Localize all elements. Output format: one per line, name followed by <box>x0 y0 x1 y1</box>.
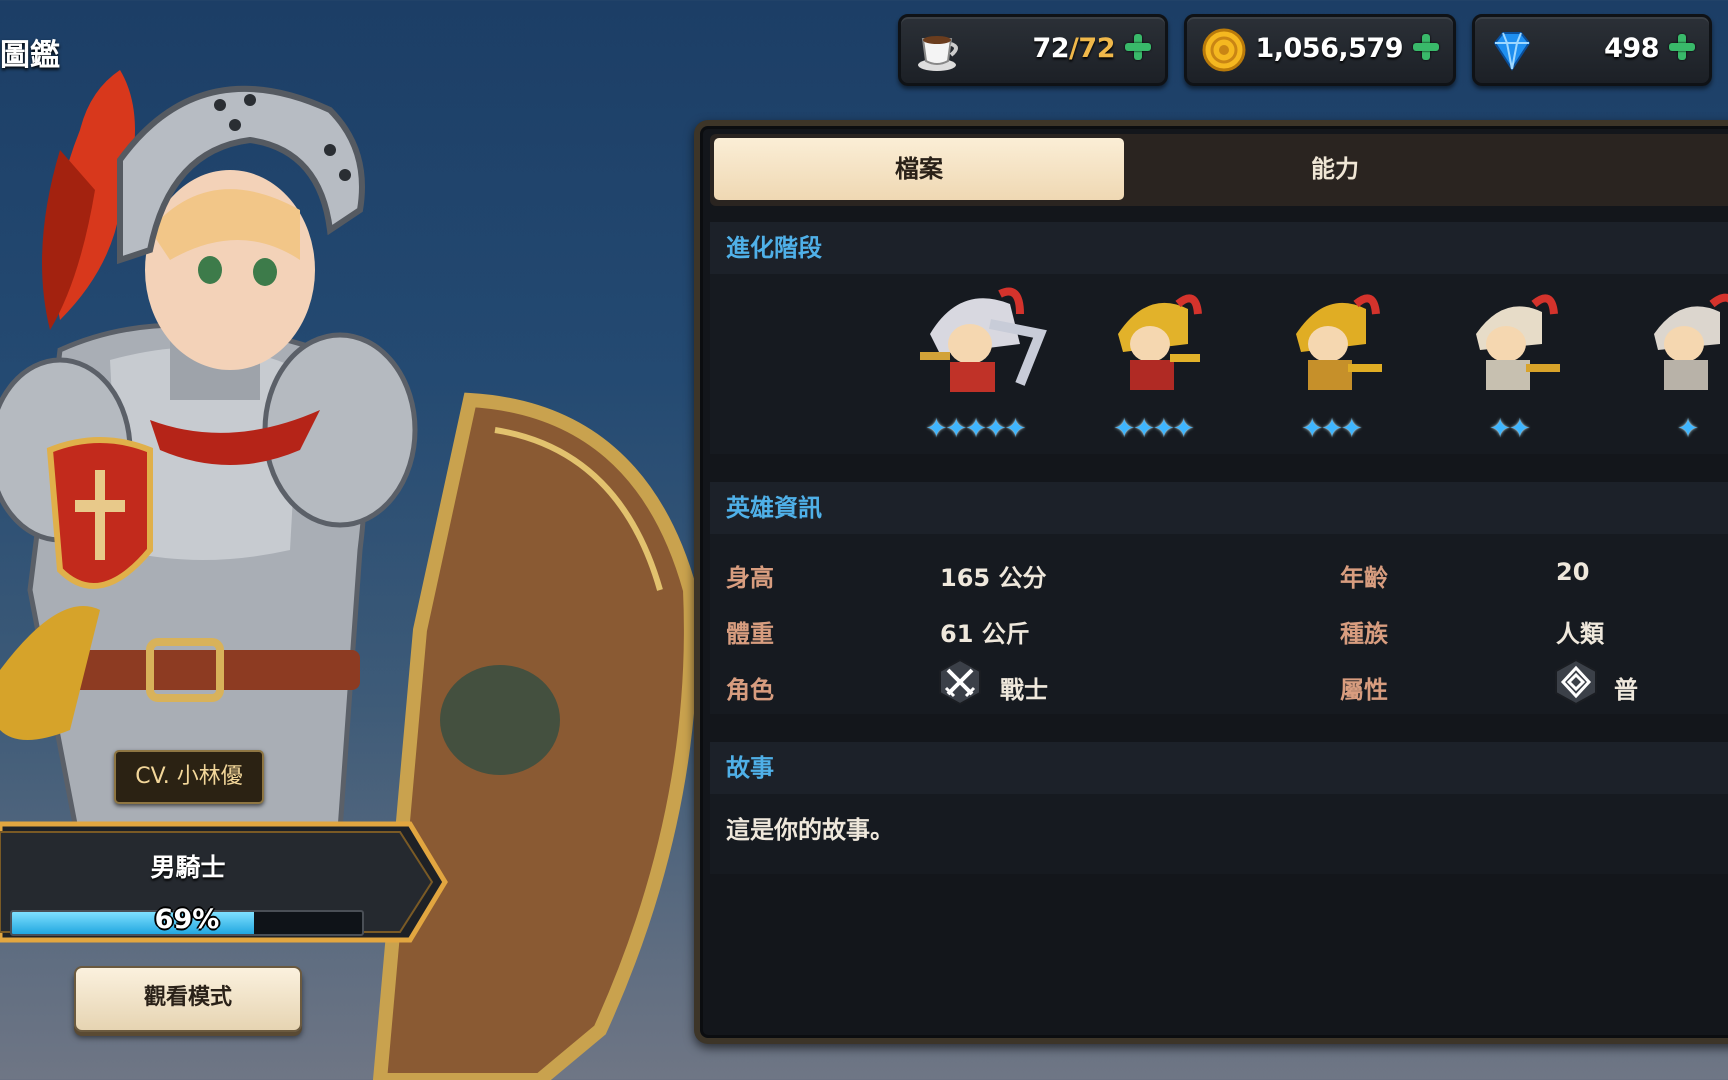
stage-stars: ✦✦✦✦✦ <box>925 414 1027 444</box>
gem-counter: 498 <box>1472 14 1712 86</box>
weight-label: 體重 <box>726 620 774 648</box>
weight-value: 61 公斤 <box>940 620 1030 648</box>
race-label: 種族 <box>1340 620 1388 648</box>
story-section-title: 故事 <box>710 742 1728 794</box>
hero-sprite-icon <box>1476 294 1560 390</box>
race-value: 人類 <box>1556 620 1604 648</box>
stage-stars: ✦✦✦✦ <box>1113 414 1194 444</box>
coffee-cup-icon <box>918 36 958 71</box>
age-value: 20 <box>1556 558 1590 586</box>
hero-sprite-icon <box>920 287 1047 392</box>
stage-stars: ✦✦ <box>1489 414 1531 444</box>
height-value: 165 公分 <box>940 564 1047 592</box>
role-value: 戰士 <box>1000 676 1048 704</box>
attribute-label: 屬性 <box>1340 676 1388 704</box>
stamina-current: 72 <box>1032 33 1070 64</box>
neutral-element-icon <box>1555 658 1597 706</box>
role-label: 角色 <box>726 676 774 704</box>
hero-name: 男騎士 <box>150 853 226 882</box>
hero-info-panel: 檔案 能力 進化階段 ✦✦✦✦✦ ✦✦✦✦ ✦✦✦ ✦✦ ✦ 英雄資訊 身高 1… <box>694 120 1728 1044</box>
age-label: 年齡 <box>1340 564 1388 592</box>
blue-gem-icon <box>1493 32 1531 71</box>
evolution-stage-5[interactable]: ✦✦✦✦✦ <box>900 274 1050 454</box>
stamina-max: 72 <box>1078 33 1115 64</box>
evolution-stage-4[interactable]: ✦✦✦✦ <box>1078 274 1228 454</box>
hero-sprite-icon <box>1296 294 1382 390</box>
gold-counter: 1,056,579 <box>1184 14 1456 86</box>
hero-sprite-icon <box>1118 294 1202 390</box>
evolution-stage-3[interactable]: ✦✦✦ <box>1256 274 1406 454</box>
add-gold-button[interactable] <box>1411 32 1441 62</box>
evolution-stage-1[interactable]: ✦ <box>1612 274 1728 454</box>
tab-abilities[interactable]: 能力 <box>1130 138 1540 200</box>
hero-info-body: 身高 165 公分 體重 61 公斤 角色 戰士 年齡 20 種族 人類 屬性 … <box>710 534 1728 714</box>
gold-value: 1,056,579 <box>1255 33 1403 64</box>
crossed-swords-icon <box>939 658 981 706</box>
tab-profile[interactable]: 檔案 <box>714 138 1124 200</box>
gold-coin-icon <box>1202 28 1246 72</box>
add-gems-button[interactable] <box>1667 32 1697 62</box>
hero-info-section-title: 英雄資訊 <box>710 482 1728 534</box>
stamina-value: 72/72 <box>1032 33 1115 64</box>
hero-sprite-icon <box>1654 293 1728 390</box>
story-text: 這是你的故事。 <box>726 816 894 844</box>
stage-stars: ✦ <box>1677 414 1699 444</box>
tab-bar: 檔案 能力 <box>710 134 1728 206</box>
height-label: 身高 <box>726 564 774 592</box>
story-body: 這是你的故事。 <box>710 794 1728 874</box>
evolution-section-title: 進化階段 <box>710 222 1728 274</box>
gem-value: 498 <box>1604 33 1659 64</box>
attribute-value: 普 <box>1614 676 1638 704</box>
view-mode-button[interactable]: 觀看模式 <box>74 966 302 1032</box>
voice-actor-tag: CV. 小林優 <box>114 750 264 804</box>
add-stamina-button[interactable] <box>1123 32 1153 62</box>
stamina-counter: 72/72 <box>898 14 1168 86</box>
evolution-stages: ✦✦✦✦✦ ✦✦✦✦ ✦✦✦ ✦✦ ✦ <box>710 274 1728 454</box>
progress-text: 69% <box>154 904 220 935</box>
evolution-stage-2[interactable]: ✦✦ <box>1434 274 1584 454</box>
stage-stars: ✦✦✦ <box>1301 414 1362 444</box>
